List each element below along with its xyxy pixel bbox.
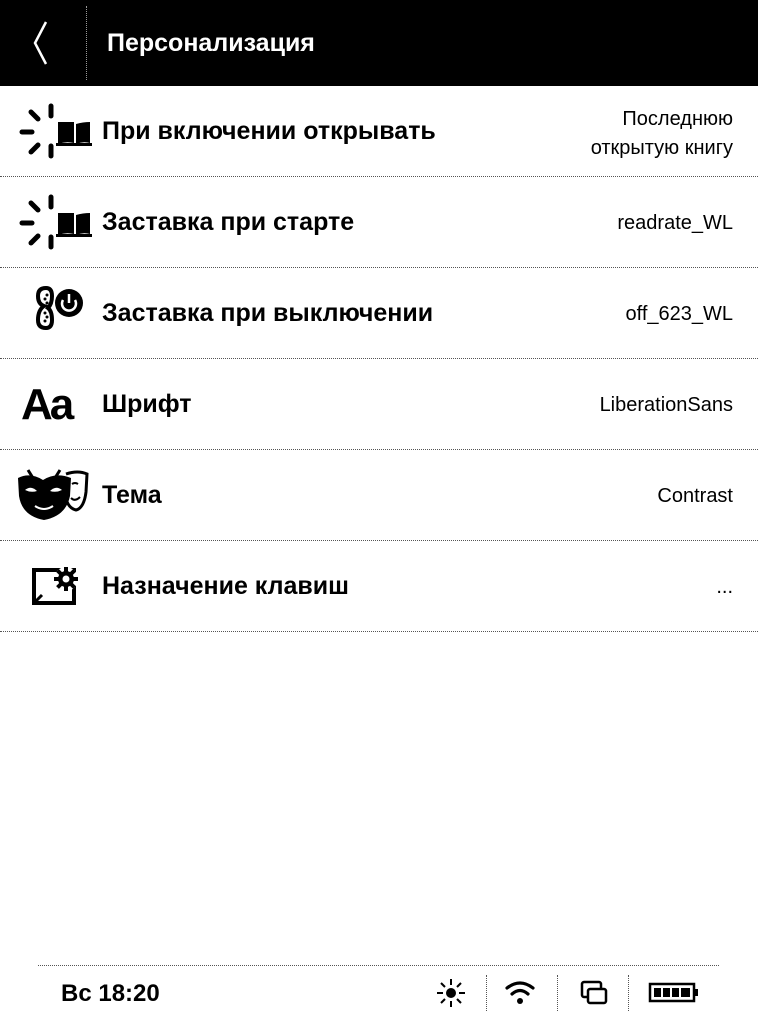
task-switcher-button[interactable] [577,975,611,1011]
setting-value: Contrast [657,485,733,507]
back-chevron-icon [33,21,48,65]
setting-label: Тема [102,481,162,509]
setting-label: При включении открывать [102,117,436,145]
frontlight-button[interactable] [434,975,468,1011]
page-title: Персонализация [107,29,315,57]
setting-value: readrate_WL [617,212,733,234]
status-divider [486,975,487,1011]
frontlight-icon [437,979,465,1007]
setting-font[interactable]: Aa Шрифт LiberationSans [0,359,758,450]
header-bar: Персонализация [0,0,758,86]
setting-theme[interactable]: Тема Contrast [0,450,758,541]
status-divider [628,975,629,1011]
setting-key-mapping[interactable]: Назначение клавиш ... [0,541,758,632]
wifi-icon [505,981,535,1004]
setting-shutdown-screensaver[interactable]: Заставка при выключении off_623_WL [0,268,758,359]
startup-screensaver-icon [16,189,94,255]
setting-value: off_623_WL [625,303,734,325]
svg-text:Aa: Aa [21,380,75,429]
setting-label: Заставка при выключении [102,299,434,327]
key-mapping-icon [16,553,94,619]
setting-value-line: открытую книгу [590,137,733,159]
theme-masks-icon [16,462,94,528]
status-divider [557,975,558,1011]
setting-value: ... [716,576,733,598]
back-button[interactable] [0,0,86,86]
setting-open-on-start[interactable]: При включении открывать Последнюю открыт… [0,86,758,177]
setting-value-line: Последнюю [622,108,733,130]
setting-label: Заставка при старте [102,208,355,236]
font-aa-icon: Aa [16,371,94,437]
windows-icon [580,980,608,1005]
header-divider [86,6,87,80]
setting-startup-screensaver[interactable]: Заставка при старте readrate_WL [0,177,758,268]
battery-indicator[interactable] [648,975,700,1011]
setting-label: Шрифт [102,390,192,418]
settings-list: При включении открывать Последнюю открыт… [0,86,758,632]
wifi-button[interactable] [503,975,537,1011]
status-clock: Вс 18:20 [61,980,160,1007]
setting-label: Назначение клавиш [102,572,349,600]
status-bar-divider [38,965,719,966]
setting-value: Последнюю открытую книгу [591,105,733,163]
setting-value: LiberationSans [599,394,733,416]
shutdown-screensaver-icon [16,280,94,346]
startup-book-icon [16,98,94,164]
battery-icon [648,982,698,1003]
